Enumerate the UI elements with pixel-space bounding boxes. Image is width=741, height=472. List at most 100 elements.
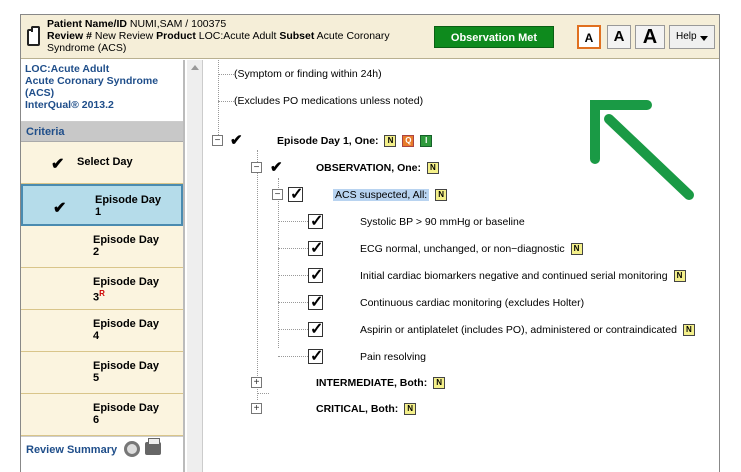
sidebar-item-select-day[interactable]: ✔ Select Day [21,142,183,184]
node-label: ACS suspected, All: [333,189,430,201]
criterion-row[interactable]: Aspirin or antiplatelet (includes PO), a… [360,320,695,340]
tree-connector [278,302,308,303]
tree-connector [218,101,234,102]
node-label: Episode Day 1, One: [277,135,379,147]
node-label: INTERMEDIATE, Both: [316,377,428,389]
review-summary-link[interactable]: Review Summary [21,436,183,462]
subset-label: Subset [279,30,315,42]
tree-connector [218,74,234,75]
criterion-label: Pain resolving [360,351,426,363]
sidebar-item-label: Episode Day 4 [93,318,160,342]
product-label: Product [156,30,196,42]
criterion-checkbox[interactable] [308,238,323,258]
criterion-checkbox[interactable] [308,292,323,312]
sidebar-item-episode-day-6[interactable]: Episode Day 6 [21,394,183,436]
criterion-label: Systolic BP > 90 mmHg or baseline [360,216,525,228]
sidebar-item-episode-day-1[interactable]: ✔ Episode Day 1 [21,184,183,226]
printer-icon[interactable] [145,438,161,455]
sidebar-scrollbar[interactable] [187,60,203,472]
review-header: Patient Name/ID NUMI,SAM / 100375 Review… [21,15,719,59]
note-icon[interactable]: N [570,243,583,256]
note-icon[interactable]: N [433,377,446,390]
observation-met-button[interactable]: Observation Met [434,26,554,48]
criterion-checkbox[interactable] [308,265,323,285]
note-icon[interactable]: N [435,189,448,202]
chevron-down-icon [700,36,708,41]
collapse-toggle[interactable]: − [251,162,262,173]
review-value: New Review [94,30,154,42]
criterion-row[interactable]: Initial cardiac biomarkers negative and … [360,266,686,286]
info-icon[interactable]: I [420,135,433,148]
scroll-up-icon[interactable] [191,65,199,70]
review-summary-label: Review Summary [26,444,118,456]
gear-icon[interactable] [124,441,140,457]
product-title-line: (ACS) [25,87,55,99]
note-icon[interactable]: N [682,324,695,337]
criterion-checkbox[interactable] [308,346,323,366]
tree-node-observation[interactable]: OBSERVATION, One: N [316,158,439,178]
note-icon[interactable]: N [673,270,686,283]
checkmark-icon: ✔ [53,200,67,217]
patient-info: Patient Name/ID NUMI,SAM / 100375 Review… [47,18,407,54]
sidebar-item-label: Episode Day 2 [93,234,160,258]
sidebar-item-label: Select Day [77,156,133,168]
green-arrow-icon [590,100,694,200]
criterion-row[interactable]: ECG normal, unchanged, or non−diagnostic… [360,239,583,259]
criterion-checkbox[interactable] [308,211,323,231]
acs-checkbox[interactable] [288,184,303,204]
sidebar-item-label: Episode Day 5 [93,360,160,384]
expand-toggle[interactable]: + [251,403,262,414]
criterion-checkbox[interactable] [308,319,323,339]
tree-connector [257,150,258,400]
checkmark-icon: ✔ [270,159,283,176]
expand-toggle[interactable]: + [251,377,262,388]
product-value: LOC:Acute Adult [198,30,277,42]
tree-note: (Symptom or finding within 24h) [234,68,382,80]
sidebar-item-episode-day-4[interactable]: Episode Day 4 [21,310,183,352]
sidebar-item-label: Episode Day 6 [93,402,160,426]
font-size-small-button[interactable]: A [577,25,601,49]
checkmark-icon: ✔ [230,132,243,149]
help-menu-button[interactable]: Help [669,25,715,49]
sidebar-item-episode-day-2[interactable]: Episode Day 2 [21,226,183,268]
tree-connector [278,248,308,249]
criterion-label: ECG normal, unchanged, or non−diagnostic [360,243,565,255]
tree-node-critical[interactable]: CRITICAL, Both: N [316,399,417,419]
sidebar-item-episode-day-5[interactable]: Episode Day 5 [21,352,183,394]
question-icon[interactable]: Q [402,135,415,148]
review-label: Review # [47,30,92,42]
product-title-line: InterQual® 2013.2 [25,99,114,111]
tree-node-acs-suspected[interactable]: ACS suspected, All: N [333,185,448,205]
product-title-line: Acute Coronary Syndrome [25,75,159,87]
criterion-label: Initial cardiac biomarkers negative and … [360,270,668,282]
sidebar: LOC:Acute Adult Acute Coronary Syndrome … [21,60,185,472]
node-label: CRITICAL, Both: [316,403,399,415]
sidebar-item-label: Episode Day 1 [95,194,162,218]
checkmark-icon: ✔ [51,156,65,173]
criterion-row[interactable]: Continuous cardiac monitoring (excludes … [360,293,584,313]
tree-node-episode-day-1[interactable]: Episode Day 1, One: N Q I [277,131,433,151]
tree-connector [278,356,308,357]
font-size-medium-button[interactable]: A [607,25,631,49]
criterion-row[interactable]: Systolic BP > 90 mmHg or baseline [360,212,525,232]
collapse-toggle[interactable]: − [272,189,283,200]
help-label: Help [676,31,697,42]
tree-note: (Excludes PO medications unless noted) [234,95,424,107]
tree-node-intermediate[interactable]: INTERMEDIATE, Both: N [316,373,446,393]
tree-connector [278,275,308,276]
tree-connector [257,393,269,394]
note-icon[interactable]: N [404,403,417,416]
criterion-row[interactable]: Pain resolving [360,347,426,367]
revision-marker: R [99,289,105,298]
sidebar-item-label: Episode Day 3R [93,276,160,304]
patient-value: NUMI,SAM / 100375 [129,18,227,30]
arrow-shaft [604,114,694,200]
criterion-label: Continuous cardiac monitoring (excludes … [360,297,585,309]
patient-label: Patient Name/ID [47,18,127,30]
note-icon[interactable]: N [426,162,439,175]
criterion-label: Aspirin or antiplatelet (includes PO), a… [360,324,677,336]
sidebar-item-episode-day-3[interactable]: Episode Day 3R [21,268,183,310]
font-size-large-button[interactable]: A [635,25,665,49]
collapse-toggle[interactable]: − [212,135,223,146]
note-icon[interactable]: N [384,135,397,148]
